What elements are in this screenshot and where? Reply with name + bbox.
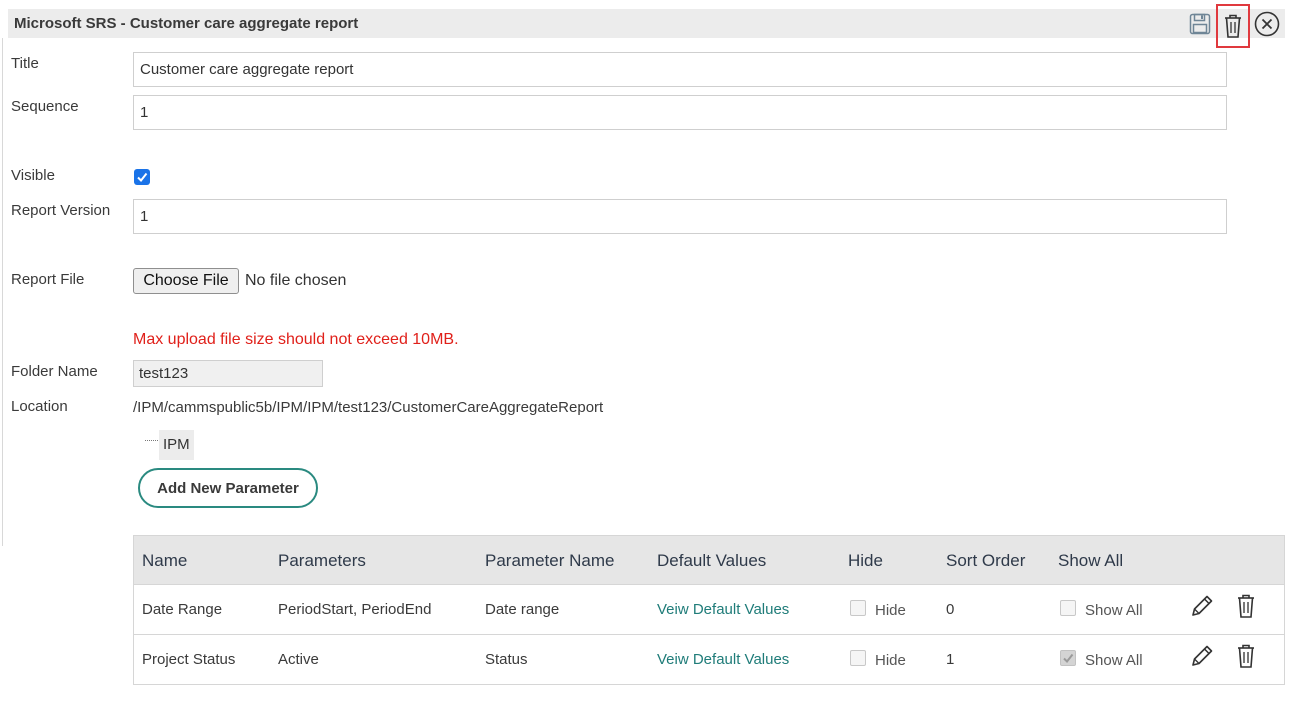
save-icon[interactable] bbox=[1188, 12, 1212, 36]
hide-checkbox bbox=[850, 600, 866, 616]
close-circle-icon[interactable] bbox=[1254, 11, 1280, 37]
column-header-default-values[interactable]: Default Values bbox=[657, 551, 766, 571]
report-file-label: Report File bbox=[11, 271, 85, 288]
sequence-label: Sequence bbox=[11, 98, 79, 115]
param-name: Date Range bbox=[142, 601, 223, 618]
trash-icon[interactable] bbox=[1236, 593, 1256, 624]
param-name: Project Status bbox=[142, 651, 236, 668]
show-all-checkbox bbox=[1060, 650, 1076, 666]
param-sort-order: 0 bbox=[946, 601, 955, 618]
report-version-label: Report Version bbox=[11, 202, 111, 219]
visible-label: Visible bbox=[11, 167, 55, 184]
table-header: Name Parameters Parameter Name Default V… bbox=[134, 536, 1284, 585]
table-row: Project Status Active Status Veiw Defaul… bbox=[134, 634, 1284, 684]
tree-node-label[interactable]: IPM bbox=[159, 430, 194, 460]
report-version-input[interactable] bbox=[133, 199, 1227, 234]
trash-icon[interactable] bbox=[1216, 4, 1250, 48]
view-default-values-link[interactable]: Veiw Default Values bbox=[657, 601, 789, 618]
hide-checkbox bbox=[850, 650, 866, 666]
table-row: Date Range PeriodStart, PeriodEnd Date r… bbox=[134, 584, 1284, 634]
param-parameters: Active bbox=[278, 651, 319, 668]
column-header-sort-order[interactable]: Sort Order bbox=[946, 551, 1025, 571]
view-default-values-link[interactable]: Veiw Default Values bbox=[657, 651, 789, 668]
column-header-parameter-name[interactable]: Parameter Name bbox=[485, 551, 614, 571]
column-header-parameters[interactable]: Parameters bbox=[278, 551, 366, 571]
upload-size-note: Max upload file size should not exceed 1… bbox=[133, 331, 459, 348]
title-input[interactable] bbox=[133, 52, 1227, 87]
folder-name-input[interactable] bbox=[133, 360, 323, 387]
title-label: Title bbox=[11, 55, 39, 72]
param-parameter-name: Status bbox=[485, 651, 528, 668]
column-header-name[interactable]: Name bbox=[142, 551, 187, 571]
visible-checkbox[interactable] bbox=[134, 169, 150, 185]
column-header-hide[interactable]: Hide bbox=[848, 551, 883, 571]
edit-pencil-icon[interactable] bbox=[1189, 593, 1215, 624]
column-header-show-all[interactable]: Show All bbox=[1058, 551, 1123, 571]
trash-icon[interactable] bbox=[1236, 643, 1256, 674]
location-label: Location bbox=[11, 398, 68, 415]
hide-checkbox-label: Hide bbox=[875, 652, 906, 669]
sequence-input[interactable] bbox=[133, 95, 1227, 130]
panel-title: Microsoft SRS - Customer care aggregate … bbox=[14, 15, 359, 32]
show-all-checkbox-label: Show All bbox=[1085, 602, 1143, 619]
location-path: /IPM/cammspublic5b/IPM/IPM/test123/Custo… bbox=[133, 399, 604, 416]
panel-header: Microsoft SRS - Customer care aggregate … bbox=[8, 4, 1285, 48]
folder-name-label: Folder Name bbox=[11, 363, 98, 380]
parameters-table: Name Parameters Parameter Name Default V… bbox=[133, 535, 1285, 685]
hide-checkbox-label: Hide bbox=[875, 602, 906, 619]
edit-pencil-icon[interactable] bbox=[1189, 643, 1215, 674]
param-parameter-name: Date range bbox=[485, 601, 560, 618]
param-parameters: PeriodStart, PeriodEnd bbox=[278, 601, 432, 618]
tree-connector bbox=[145, 440, 158, 441]
file-status-text: No file chosen bbox=[245, 272, 347, 289]
choose-file-button[interactable]: Choose File bbox=[133, 268, 239, 294]
add-new-parameter-button[interactable]: Add New Parameter bbox=[138, 468, 318, 508]
left-border bbox=[2, 38, 3, 546]
param-sort-order: 1 bbox=[946, 651, 955, 668]
show-all-checkbox-label: Show All bbox=[1085, 652, 1143, 669]
show-all-checkbox bbox=[1060, 600, 1076, 616]
